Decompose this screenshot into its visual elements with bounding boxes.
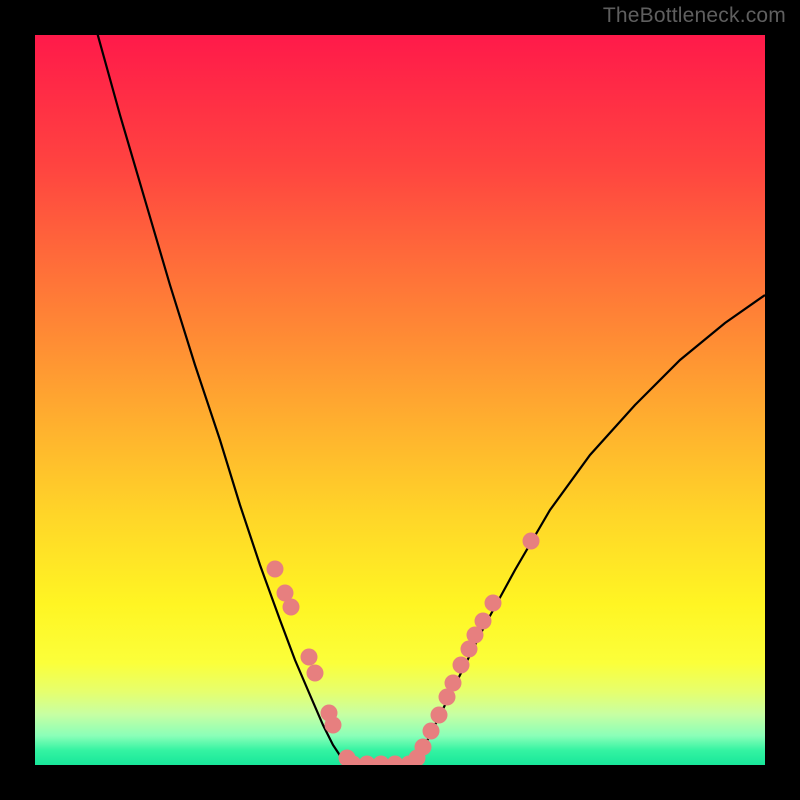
marker-dot xyxy=(301,649,318,666)
marker-dot xyxy=(453,657,470,674)
marker-dot xyxy=(485,595,502,612)
watermark-text: TheBottleneck.com xyxy=(603,4,786,28)
v-curve-line xyxy=(95,35,765,764)
marker-dot xyxy=(445,675,462,692)
marker-dot xyxy=(267,561,284,578)
marker-dot xyxy=(283,599,300,616)
plot-area xyxy=(35,35,765,765)
curve-group xyxy=(95,35,765,764)
marker-dots-group xyxy=(267,533,540,766)
marker-dot xyxy=(423,723,440,740)
marker-dot xyxy=(307,665,324,682)
marker-dot xyxy=(415,739,432,756)
marker-dot xyxy=(475,613,492,630)
marker-dot xyxy=(523,533,540,550)
bottleneck-curve xyxy=(35,35,765,765)
outer-frame: TheBottleneck.com xyxy=(0,0,800,800)
marker-dot xyxy=(325,717,342,734)
marker-dot xyxy=(431,707,448,724)
